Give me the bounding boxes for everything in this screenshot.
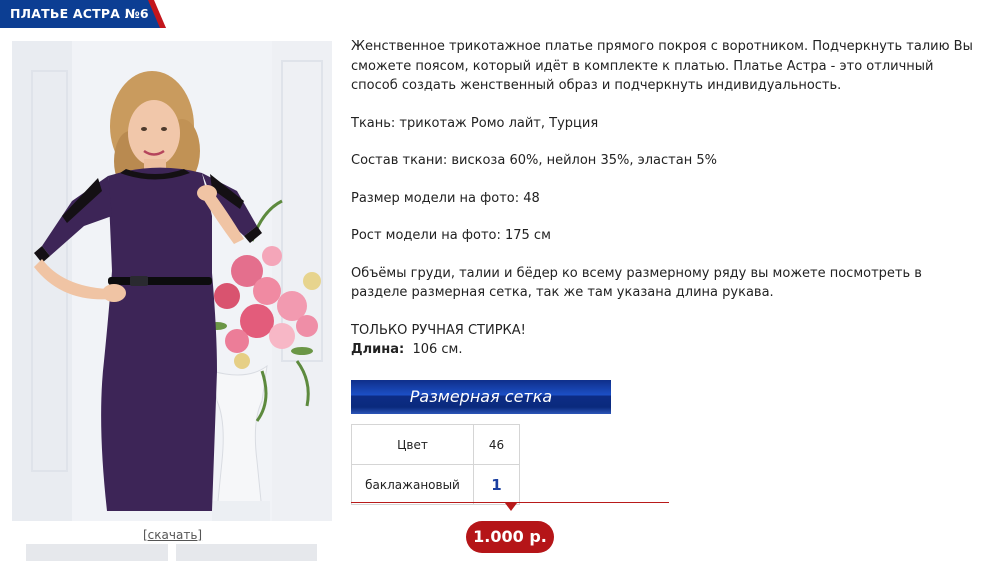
thumbnail-1[interactable]	[26, 544, 168, 561]
row-quantity[interactable]: 1	[473, 464, 520, 505]
product-title-tab: ПЛАТЬЕ АСТРА №6	[0, 0, 166, 28]
description-care: ТОЛЬКО РУЧНАЯ СТИРКА!	[351, 322, 526, 338]
description-measurements: Объёмы груди, талии и бёдер ко всему раз…	[351, 265, 922, 301]
length-label: Длина:	[351, 342, 405, 357]
thumbnail-2[interactable]	[176, 544, 317, 561]
size-chart-button-label: Размерная сетка	[409, 387, 553, 406]
price-pointer-icon	[505, 503, 517, 511]
description-composition: Состав ткани: вискоза 60%, нейлон 35%, э…	[351, 153, 717, 168]
table-row: баклажановый 1	[351, 464, 520, 505]
header-size-46: 46	[473, 424, 520, 465]
length-value: 106 см.	[412, 342, 463, 357]
description-fabric: Ткань: трикотаж Ромо лайт, Турция	[351, 115, 599, 131]
description-length: Длина: 106 см.	[351, 340, 981, 360]
product-title: ПЛАТЬЕ АСТРА №6	[10, 6, 149, 21]
table-header-row: Цвет 46	[351, 424, 520, 465]
product-description: Женственное трикотажное платье прямого п…	[351, 37, 981, 360]
download-link-wrapper: [скачать]	[143, 528, 202, 542]
price-badge: 1.000 р.	[466, 521, 554, 553]
product-photo[interactable]	[12, 41, 332, 521]
download-link[interactable]: [скачать]	[143, 528, 202, 542]
description-model-height: Рост модели на фото: 175 см	[351, 228, 551, 243]
row-color-name: баклажановый	[351, 464, 474, 505]
size-chart-button[interactable]: Размерная сетка	[351, 380, 611, 414]
description-intro: Женственное трикотажное платье прямого п…	[351, 39, 973, 93]
header-color: Цвет	[351, 424, 474, 465]
model-illustration	[12, 41, 332, 521]
description-model-size: Размер модели на фото: 48	[351, 190, 540, 206]
size-availability-table: Цвет 46 баклажановый 1	[351, 424, 520, 505]
